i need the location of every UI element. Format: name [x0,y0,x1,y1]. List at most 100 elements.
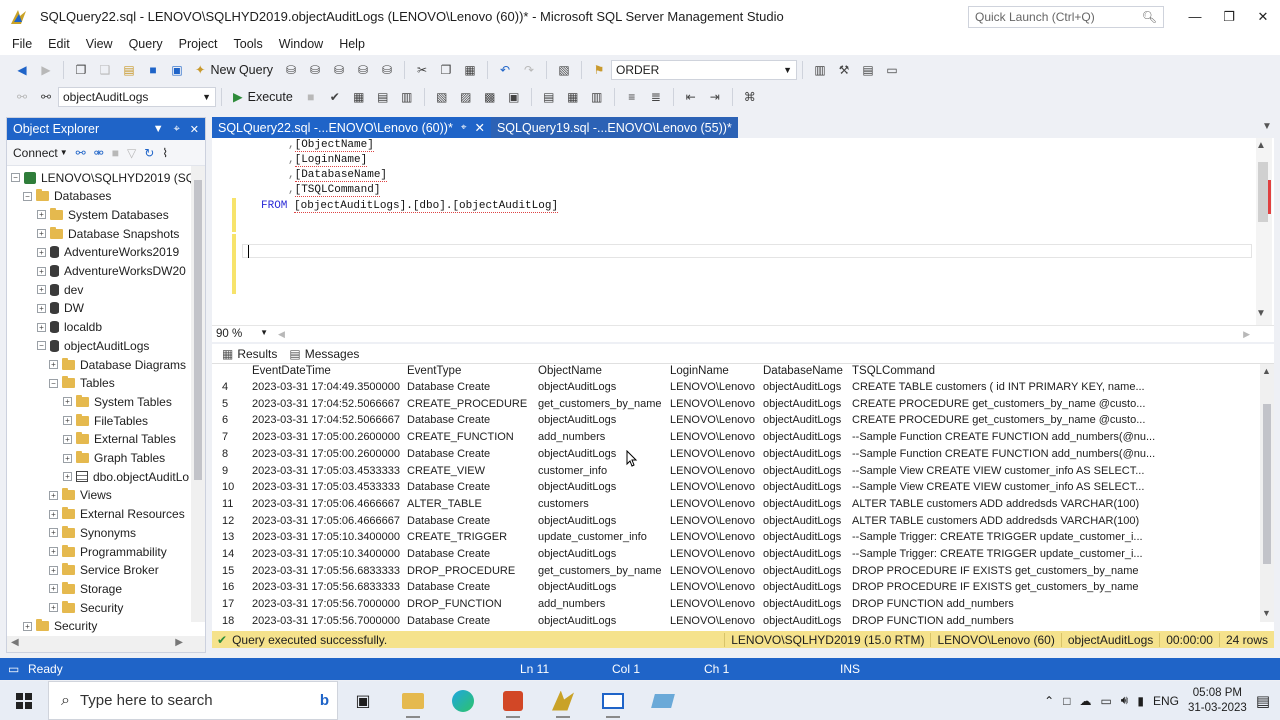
table-row[interactable]: 10 2023-03-31 17:05:03.4533333 Database Cr… [212,481,1252,498]
table-cell[interactable]: LENOVO\Lenovo [670,515,755,527]
open-file-icon[interactable]: ▤ [118,59,140,81]
tab-overflow-icon[interactable]: ▼ [1262,121,1272,132]
menu-help[interactable]: Help [331,37,373,51]
menu-tools[interactable]: Tools [226,37,271,51]
table-cell[interactable]: DROP FUNCTION add_numbers [852,598,1014,610]
tree-node[interactable]: + System Databases [37,205,169,224]
tree-node[interactable]: + Programmability [49,542,167,561]
table-row[interactable]: 9 2023-03-31 17:05:03.4533333 CREATE_VIEW c… [212,465,1252,482]
table-cell[interactable]: --Sample Function CREATE FUNCTION add_nu… [852,448,1155,460]
live-stats-icon[interactable]: ▩ [479,86,501,108]
table-cell[interactable]: LENOVO\Lenovo [670,414,755,426]
zoom-combo[interactable]: 90 % ▼ [212,328,272,340]
results-to-grid-icon[interactable]: ▦ [562,86,584,108]
new-query-button[interactable]: ✦ New Query [189,62,279,78]
chevron-up-icon[interactable]: ⌃ [1044,694,1054,708]
tree-node[interactable]: + dbo.objectAuditLo [63,467,189,486]
table-cell[interactable]: objectAuditLogs [538,581,616,593]
row-number[interactable]: 10 [222,481,234,493]
row-number[interactable]: 16 [222,581,234,593]
find-icon[interactable]: ⚑ [588,59,610,81]
start-button[interactable] [0,681,48,720]
menu-view[interactable]: View [78,37,121,51]
onedrive-icon[interactable]: ☁ [1079,694,1091,708]
pin-icon[interactable]: ⌖ [461,122,467,133]
table-cell[interactable]: 2023-03-31 17:05:00.2600000 [252,448,400,460]
table-cell[interactable]: --Sample Trigger: CREATE TRIGGER update_… [852,548,1143,560]
table-cell[interactable]: ALTER TABLE customers ADD addredsds VARC… [852,515,1139,527]
table-cell[interactable]: ALTER TABLE customers ADD addredsds VARC… [852,498,1139,510]
menu-project[interactable]: Project [171,37,226,51]
network-icon[interactable]: ▭ [1100,694,1111,708]
expand-icon[interactable]: + [37,247,46,257]
remote-desktop-icon[interactable] [588,681,638,720]
table-cell[interactable]: LENOVO\Lenovo [670,381,755,393]
table-cell[interactable]: LENOVO\Lenovo [670,548,755,560]
expand-icon[interactable]: + [49,603,58,613]
tab-sqlquery19[interactable]: SQLQuery19.sql -...ENOVO\Lenovo (55))* [490,117,738,138]
file-explorer-icon[interactable] [388,681,438,720]
back-icon[interactable]: ◀ [11,59,33,81]
row-number[interactable]: 12 [222,515,234,527]
tree-node[interactable]: − objectAuditLogs [37,336,149,355]
table-cell[interactable]: LENOVO\Lenovo [670,598,755,610]
table-cell[interactable]: add_numbers [538,431,605,443]
table-cell[interactable]: Database Create [407,615,490,627]
table-cell[interactable]: 2023-03-31 17:05:10.3400000 [252,531,400,543]
quick-launch-input[interactable]: Quick Launch (Ctrl+Q) 🔍︎ [968,5,1164,28]
table-cell[interactable]: objectAuditLogs [538,515,616,527]
add-item-icon[interactable]: ❑ [94,59,116,81]
clock[interactable]: 05:08 PM 31-03-2023 [1188,686,1247,716]
execute-button[interactable]: ▶ Execute [227,89,299,105]
tree-node[interactable]: + AdventureWorks2019 [37,243,179,262]
tree-node[interactable]: − Databases [23,187,111,206]
close-icon[interactable]: ✕ [474,120,484,135]
include-plan-icon[interactable]: ▨ [455,86,477,108]
expand-icon[interactable]: + [63,434,72,444]
collapse-icon[interactable]: − [37,341,46,351]
table-cell[interactable]: customers [538,498,589,510]
tree-node[interactable]: + Storage [49,579,122,598]
refresh-icon[interactable]: ↻ [144,146,154,160]
tree-node[interactable]: − LENOVO\SQLHYD2019 (SQL [11,168,202,187]
taskbar-search-box[interactable]: ⌕ Type here to search b [48,681,338,720]
tree-node[interactable]: + Security [23,617,97,636]
decrease-indent-icon[interactable]: ⇤ [680,86,702,108]
row-number[interactable]: 15 [222,565,234,577]
scroll-left-icon[interactable]: ◀ [278,329,285,340]
table-cell[interactable]: get_customers_by_name [538,565,662,577]
expand-icon[interactable]: + [49,565,58,575]
table-cell[interactable]: DROP PROCEDURE IF EXISTS get_customers_b… [852,581,1139,593]
table-cell[interactable]: objectAuditLogs [763,615,841,627]
table-cell[interactable]: 2023-03-31 17:05:56.6833333 [252,565,400,577]
tree-node[interactable]: + Service Broker [49,561,159,580]
table-cell[interactable]: 2023-03-31 17:05:03.4533333 [252,481,400,493]
specify-values-icon[interactable]: ⌘ [739,86,761,108]
table-row[interactable]: 17 2023-03-31 17:05:56.7000000 DROP_FUNCTI… [212,598,1252,615]
table-cell[interactable]: 2023-03-31 17:05:00.2600000 [252,431,400,443]
object-explorer-scrollbar[interactable] [191,166,205,622]
powerpoint-icon[interactable] [488,681,538,720]
table-cell[interactable]: DROP_FUNCTION [407,598,502,610]
analysis-dax-query-icon[interactable]: ⛁ [376,59,398,81]
row-number[interactable]: 4 [222,381,228,393]
row-number[interactable]: 11 [222,498,233,510]
cut-icon[interactable]: ✂ [411,59,433,81]
parse-check-icon[interactable]: ✔ [324,86,346,108]
expand-icon[interactable]: + [37,285,46,295]
table-cell[interactable]: 2023-03-31 17:04:49.3500000 [252,381,400,393]
tab-messages[interactable]: ▤ Messages [285,347,363,361]
table-cell[interactable]: CREATE PROCEDURE get_customers_by_name @… [852,414,1145,426]
activity-icon[interactable]: ⌇ [162,146,168,160]
table-cell[interactable]: Database Create [407,448,490,460]
tree-node[interactable]: + Database Snapshots [37,224,179,243]
table-cell[interactable]: 2023-03-31 17:04:52.5066667 [252,398,400,410]
tree-node[interactable]: + System Tables [63,392,172,411]
table-cell[interactable]: --Sample View CREATE VIEW customer_info … [852,465,1144,477]
table-cell[interactable]: CREATE PROCEDURE get_customers_by_name @… [852,398,1145,410]
table-cell[interactable]: add_numbers [538,598,605,610]
analysis-xmla-query-icon[interactable]: ⛁ [352,59,374,81]
tree-node[interactable]: − Tables [49,374,115,393]
table-cell[interactable]: 2023-03-31 17:05:10.3400000 [252,548,400,560]
restore-button[interactable]: ❐ [1212,0,1246,33]
